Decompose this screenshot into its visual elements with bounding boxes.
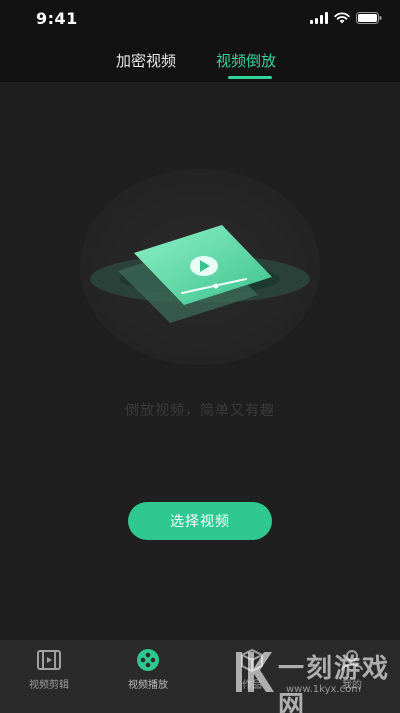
watermark-url: www.1kyx.com (286, 684, 361, 695)
watermark: 一刻游戏网 www.1kyx.com (232, 640, 400, 713)
nav-item-video-play[interactable]: 视频播放 (108, 648, 188, 691)
battery-icon (356, 12, 382, 24)
nav-item-video-edit[interactable]: 视频剪辑 (9, 648, 89, 691)
signal-icon (310, 12, 328, 24)
wifi-icon (334, 12, 350, 24)
main-content: 倒放视频，简单又有趣 选择视频 (0, 82, 400, 640)
status-icons (310, 12, 382, 24)
film-icon (37, 650, 61, 670)
tab-encrypt-video[interactable]: 加密视频 (116, 50, 176, 71)
watermark-logo-icon (236, 652, 274, 692)
status-bar: 9:41 (0, 0, 400, 40)
film-reel-icon (137, 649, 159, 671)
slogan-text: 倒放视频，简单又有趣 (125, 403, 275, 419)
tab-reverse-video[interactable]: 视频倒放 (216, 50, 276, 71)
top-tab-bar: 加密视频 视频倒放 (0, 40, 400, 82)
watermark-logo-text: 一刻游戏网 (278, 654, 391, 713)
video-player-illustration (80, 169, 320, 365)
nav-label-video-play: 视频播放 (128, 680, 168, 691)
nav-label-video-edit: 视频剪辑 (29, 680, 69, 691)
select-video-button[interactable]: 选择视频 (128, 502, 272, 540)
active-tab-indicator (228, 76, 272, 79)
status-time: 9:41 (36, 9, 78, 28)
